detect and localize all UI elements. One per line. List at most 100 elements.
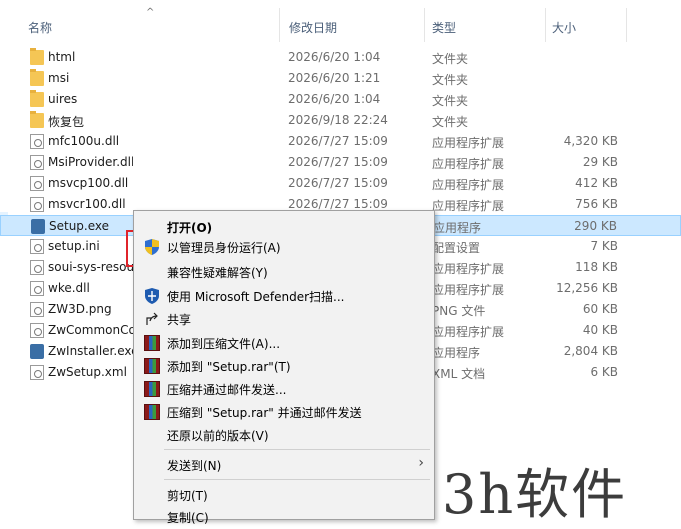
file-row[interactable]: html 2026/6/20 1:04 文件夹 xyxy=(0,47,681,68)
menu-item-cut[interactable]: 剪切(T) xyxy=(134,483,434,506)
column-size[interactable]: 大小 xyxy=(552,19,576,36)
menu-item-label: 还原以前的版本(V) xyxy=(167,429,269,443)
file-date: 2026/7/27 15:09 xyxy=(288,134,388,148)
menu-item-share[interactable]: 共享 xyxy=(134,307,434,330)
file-name: mfc100u.dll xyxy=(48,134,120,148)
menu-item-label: 压缩到 "Setup.rar" 并通过邮件发送 xyxy=(167,406,362,420)
file-row[interactable]: mfc100u.dll 2026/7/27 15:09 应用程序扩展 4,320 KB xyxy=(0,131,681,152)
winrar-icon xyxy=(144,381,160,397)
menu-item-send-to[interactable]: 发送到(N) › xyxy=(134,453,434,476)
file-name: msi xyxy=(48,71,70,85)
menu-item-run-as-admin[interactable]: 以管理员身份运行(A) xyxy=(134,235,434,258)
column-name[interactable]: 名称 xyxy=(28,19,52,36)
file-row[interactable]: msi 2026/6/20 1:21 文件夹 xyxy=(0,68,681,89)
file-type: PNG 文件 xyxy=(432,304,486,318)
file-type: 应用程序扩展 xyxy=(432,178,505,192)
folder-icon xyxy=(30,111,44,128)
winrar-icon xyxy=(144,358,160,374)
file-type: 应用程序扩展 xyxy=(432,199,505,213)
defender-shield-icon xyxy=(145,288,159,304)
file-name: ZwInstaller.exe xyxy=(48,344,133,358)
menu-item-compatibility[interactable]: 兼容性疑难解答(Y) xyxy=(134,260,434,283)
file-type: 应用程序扩展 xyxy=(432,136,505,150)
share-icon xyxy=(146,312,158,325)
file-type: 应用程序扩展 xyxy=(432,157,505,171)
menu-item-label: 添加到 "Setup.rar"(T) xyxy=(167,360,291,374)
file-name: uires xyxy=(48,92,78,106)
file-name: 恢复包 xyxy=(48,115,85,129)
file-name: html xyxy=(48,50,76,64)
png-icon xyxy=(30,302,44,317)
column-header: ^ 名称 修改日期 类型 大小 xyxy=(0,7,681,42)
file-type: 文件夹 xyxy=(432,94,469,108)
dll-icon xyxy=(30,281,44,296)
menu-item-copy[interactable]: 复制(C) xyxy=(134,505,434,528)
menu-item-restore-previous[interactable]: 还原以前的版本(V) xyxy=(134,423,434,446)
file-size: 29 KB xyxy=(582,155,618,169)
menu-item-defender-scan[interactable]: 使用 Microsoft Defender扫描... xyxy=(134,284,434,307)
file-name: soui-sys-resou xyxy=(48,260,133,274)
file-date: 2026/6/20 1:04 xyxy=(288,92,381,106)
file-size: 756 KB xyxy=(575,197,618,211)
menu-item-add-to-archive[interactable]: 添加到压缩文件(A)... xyxy=(134,331,434,354)
file-date: 2026/7/27 15:09 xyxy=(288,155,388,169)
folder-icon xyxy=(30,69,44,86)
file-type: 应用程序扩展 xyxy=(432,325,505,339)
column-type[interactable]: 类型 xyxy=(432,19,456,36)
file-name: ZW3D.png xyxy=(48,302,112,316)
column-divider[interactable] xyxy=(545,8,546,42)
file-type: 文件夹 xyxy=(432,73,469,87)
file-size: 4,320 KB xyxy=(563,134,618,148)
menu-item-label: 以管理员身份运行(A) xyxy=(167,241,281,255)
file-name: wke.dll xyxy=(48,281,90,295)
file-type: 应用程序扩展 xyxy=(432,262,505,276)
menu-item-label: 打开(O) xyxy=(167,221,213,235)
sort-indicator-icon: ^ xyxy=(146,7,155,18)
file-name: msvcp100.dll xyxy=(48,176,129,190)
file-name: setup.ini xyxy=(48,239,100,253)
file-name: ZwSetup.xml xyxy=(48,365,127,379)
folder-icon xyxy=(30,90,44,107)
file-row[interactable]: msvcp100.dll 2026/7/27 15:09 应用程序扩展 412 KB xyxy=(0,173,681,194)
dll-icon xyxy=(30,155,44,170)
file-size: 2,804 KB xyxy=(563,344,618,358)
file-row[interactable]: 恢复包 2026/9/18 22:24 文件夹 xyxy=(0,110,681,131)
menu-item-label: 兼容性疑难解答(Y) xyxy=(167,266,268,280)
column-divider[interactable] xyxy=(424,8,425,42)
file-size: 118 KB xyxy=(575,260,618,274)
file-date: 2026/6/20 1:04 xyxy=(288,50,381,64)
menu-item-compress-rar-and-email[interactable]: 压缩到 "Setup.rar" 并通过邮件发送 xyxy=(134,400,434,423)
file-size: 60 KB xyxy=(582,302,618,316)
menu-item-compress-and-email[interactable]: 压缩并通过邮件发送... xyxy=(134,377,434,400)
file-type: 文件夹 xyxy=(432,52,469,66)
file-name: msvcr100.dll xyxy=(48,197,126,211)
file-name: MsiProvider.dll xyxy=(48,155,133,169)
file-date: 2026/7/27 15:09 xyxy=(288,197,388,211)
menu-item-add-to-setup-rar[interactable]: 添加到 "Setup.rar"(T) xyxy=(134,354,434,377)
dll-icon xyxy=(30,197,44,212)
file-type: 文件夹 xyxy=(432,115,469,129)
file-size: 412 KB xyxy=(575,176,618,190)
exe-icon xyxy=(30,344,44,359)
file-row[interactable]: MsiProvider.dll 2026/7/27 15:09 应用程序扩展 29 K… xyxy=(0,152,681,173)
file-name: ZwCommonCo xyxy=(48,323,133,337)
file-date: 2026/6/20 1:21 xyxy=(288,71,381,85)
file-row[interactable]: uires 2026/6/20 1:04 文件夹 xyxy=(0,89,681,110)
file-size: 6 KB xyxy=(590,365,618,379)
column-divider[interactable] xyxy=(626,8,627,42)
ini-icon xyxy=(30,239,44,254)
file-size: 12,256 KB xyxy=(556,281,618,295)
winrar-icon xyxy=(144,335,160,351)
menu-item-label: 剪切(T) xyxy=(167,489,208,503)
column-date[interactable]: 修改日期 xyxy=(289,19,337,36)
column-divider[interactable] xyxy=(279,8,280,42)
menu-separator xyxy=(164,449,430,450)
menu-item-label: 复制(C) xyxy=(167,511,209,525)
xml-icon xyxy=(30,365,44,380)
dll-icon xyxy=(30,260,44,275)
uac-shield-icon xyxy=(145,239,159,255)
menu-item-label: 压缩并通过邮件发送... xyxy=(167,383,287,397)
menu-item-label: 使用 Microsoft Defender扫描... xyxy=(167,290,345,304)
context-menu: 打开(O) 以管理员身份运行(A) 兼容性疑难解答(Y) 使用 Microsof… xyxy=(133,210,435,525)
file-date: 2026/7/27 15:09 xyxy=(288,176,388,190)
